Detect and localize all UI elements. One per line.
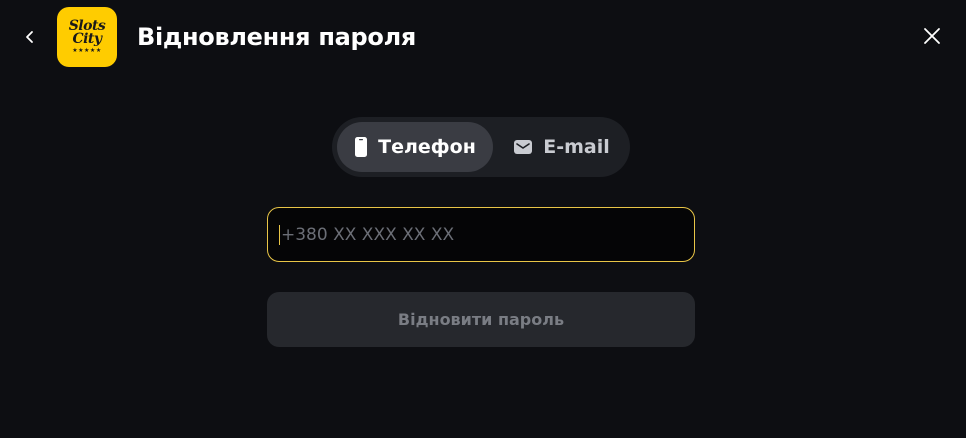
slots-city-logo: Slots City ★★★★★ — [57, 7, 117, 67]
text-caret — [279, 224, 280, 245]
close-icon — [923, 27, 941, 49]
close-button[interactable] — [920, 26, 944, 50]
tab-email[interactable]: E-mail — [498, 122, 625, 172]
back-button[interactable] — [18, 26, 42, 50]
logo-text-city: City — [72, 30, 102, 47]
recovery-method-tabs: Телефон E-mail — [332, 117, 630, 177]
page-title: Відновлення пароля — [137, 23, 416, 51]
phone-input-placeholder: +380 XX XXX XX XX — [281, 224, 455, 245]
chevron-left-icon — [23, 29, 37, 48]
recover-password-button[interactable]: Відновити пароль — [267, 292, 695, 347]
tab-phone-label: Телефон — [378, 136, 476, 158]
phone-icon — [354, 136, 368, 158]
mail-icon — [513, 139, 533, 155]
tab-email-label: E-mail — [543, 136, 610, 158]
tab-phone[interactable]: Телефон — [337, 122, 493, 172]
logo-stars: ★★★★★ — [72, 46, 102, 54]
phone-input[interactable]: +380 XX XXX XX XX — [267, 207, 695, 262]
password-recovery-screen: Slots City ★★★★★ Відновлення пароля Теле… — [0, 0, 966, 438]
